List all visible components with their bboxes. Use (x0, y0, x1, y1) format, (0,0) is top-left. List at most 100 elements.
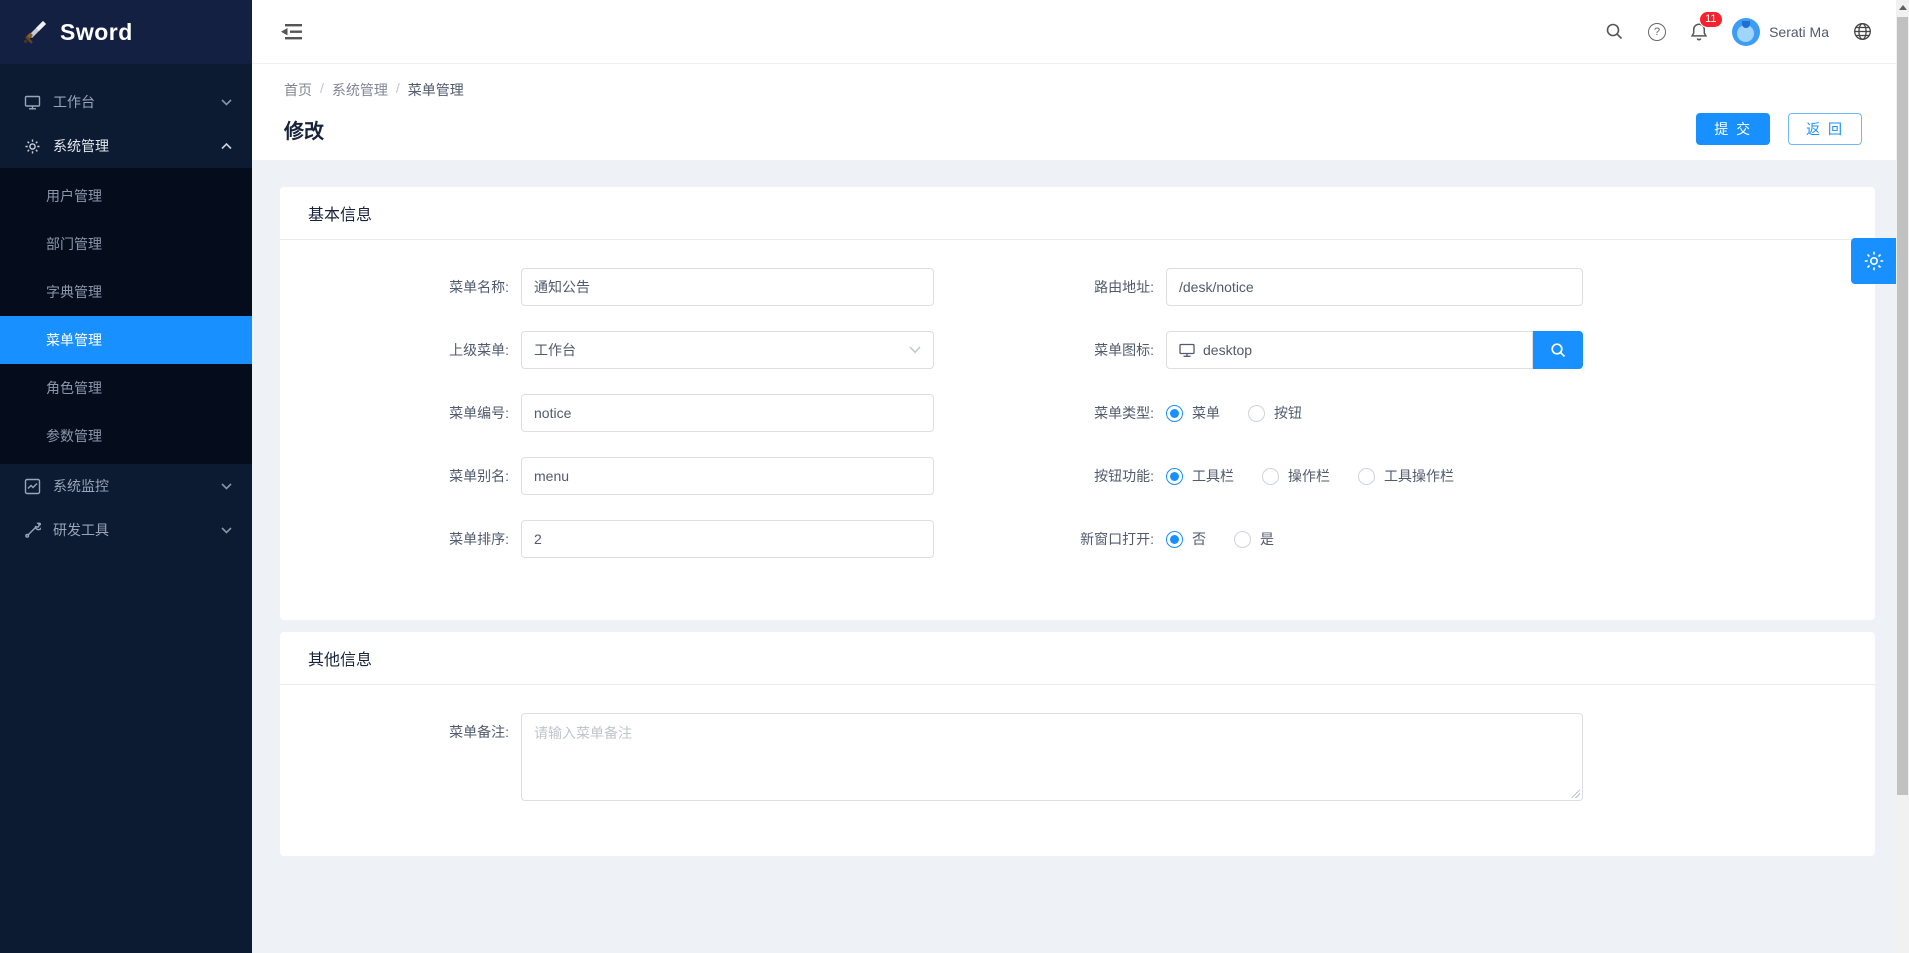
submenu-label: 角色管理 (46, 378, 102, 398)
scrollbar-thumb[interactable] (1897, 17, 1908, 795)
gear-icon (1863, 250, 1885, 272)
sidebar-item-system-manage[interactable]: 系统管理 (0, 124, 252, 168)
radio-label: 工具栏 (1192, 466, 1234, 486)
sidebar-item-label: 研发工具 (53, 520, 109, 540)
breadcrumb: 首页 / 系统管理 / 菜单管理 (284, 80, 1862, 100)
button-func-option-both[interactable]: 工具操作栏 (1358, 466, 1454, 486)
sidebar-item-label: 系统管理 (53, 136, 109, 156)
page-title: 修改 (284, 115, 324, 144)
sidebar: Sword 工作台 系统管理 (0, 0, 252, 953)
theme-settings-button[interactable] (1851, 238, 1896, 284)
question-icon: ? (1648, 23, 1666, 41)
sidebar-menu: 工作台 系统管理 用户管理 部门管理 字典管理 菜单管理 角色管理 参数管理 (0, 64, 252, 552)
button-func-radio-group: 工具栏 操作栏 工具操作栏 (1166, 466, 1454, 486)
menu-alias-input[interactable] (521, 457, 934, 495)
submit-button[interactable]: 提 交 (1696, 113, 1770, 145)
user-name: Serati Ma (1769, 24, 1829, 40)
chevron-down-icon (909, 346, 921, 354)
radio-label: 是 (1260, 529, 1274, 549)
menu-code-label: 菜单编号: (280, 403, 521, 423)
submenu-label: 字典管理 (46, 282, 102, 302)
new-window-option-yes[interactable]: 是 (1234, 529, 1274, 549)
globe-icon (1853, 22, 1872, 41)
breadcrumb-separator: / (320, 80, 324, 100)
back-button[interactable]: 返 回 (1788, 113, 1862, 145)
button-func-option-toolbar[interactable]: 工具栏 (1166, 466, 1234, 486)
avatar (1732, 18, 1760, 46)
user-menu[interactable]: Serati Ma (1732, 18, 1829, 46)
sidebar-collapse-button[interactable] (280, 21, 304, 43)
chevron-down-icon (221, 483, 232, 490)
radio-label: 按钮 (1274, 403, 1302, 423)
scrollbar-up-arrow[interactable] (1896, 0, 1909, 15)
new-window-label: 新窗口打开: (934, 529, 1166, 549)
search-button[interactable] (1605, 22, 1624, 41)
menu-icon-value: desktop (1203, 342, 1252, 358)
parent-menu-select[interactable]: 工作台 (521, 331, 934, 369)
breadcrumb-home[interactable]: 首页 (284, 80, 312, 100)
notification-button[interactable]: 11 (1690, 22, 1708, 42)
menu-sort-input[interactable] (521, 520, 934, 558)
icon-search-button[interactable] (1533, 331, 1583, 369)
menu-icon-label: 菜单图标: (934, 340, 1166, 360)
sword-logo-icon (22, 19, 48, 45)
sidebar-item-dev-tools[interactable]: 研发工具 (0, 508, 252, 552)
chevron-up-icon (221, 143, 232, 150)
section-title-basic: 基本信息 (280, 187, 1875, 240)
menu-icon-input[interactable]: desktop (1166, 331, 1533, 369)
radio-icon (1234, 531, 1251, 548)
wrench-icon (24, 522, 41, 539)
sidebar-item-dept-manage[interactable]: 部门管理 (0, 220, 252, 268)
menu-fold-icon (280, 21, 304, 43)
breadcrumb-separator: / (396, 80, 400, 100)
radio-label: 否 (1192, 529, 1206, 549)
sidebar-item-workbench[interactable]: 工作台 (0, 80, 252, 124)
search-icon (1605, 22, 1624, 41)
breadcrumb-system-manage[interactable]: 系统管理 (332, 80, 388, 100)
radio-selected-icon (1166, 468, 1183, 485)
route-path-input[interactable] (1166, 268, 1583, 306)
chart-icon (24, 478, 41, 495)
sidebar-item-label: 系统监控 (53, 476, 109, 496)
app-logo[interactable]: Sword (0, 0, 252, 64)
sidebar-item-user-manage[interactable]: 用户管理 (0, 172, 252, 220)
submenu-label: 菜单管理 (46, 330, 102, 350)
gear-icon (24, 138, 41, 155)
parent-menu-label: 上级菜单: (280, 340, 521, 360)
help-button[interactable]: ? (1648, 23, 1666, 41)
page-title-bar: 首页 / 系统管理 / 菜单管理 修改 提 交 返 回 (252, 64, 1896, 160)
section-title-other: 其他信息 (280, 632, 1875, 685)
radio-icon (1248, 405, 1265, 422)
radio-label: 工具操作栏 (1384, 466, 1454, 486)
window-scrollbar[interactable] (1896, 0, 1909, 953)
menu-code-input[interactable] (521, 394, 934, 432)
app-title: Sword (60, 19, 133, 46)
radio-icon (1358, 468, 1375, 485)
sidebar-item-dict-manage[interactable]: 字典管理 (0, 268, 252, 316)
menu-type-radio-group: 菜单 按钮 (1166, 403, 1302, 423)
language-button[interactable] (1853, 22, 1872, 41)
menu-alias-label: 菜单别名: (280, 466, 521, 486)
menu-type-option-button[interactable]: 按钮 (1248, 403, 1302, 423)
monitor-icon (24, 94, 41, 111)
sidebar-item-role-manage[interactable]: 角色管理 (0, 364, 252, 412)
header-actions: ? 11 Serati Ma (1605, 18, 1872, 46)
content-area: 基本信息 菜单名称: 路由地址: 上级菜单: 工作台 (252, 160, 1896, 953)
sidebar-item-menu-manage[interactable]: 菜单管理 (0, 316, 252, 364)
sidebar-item-system-monitor[interactable]: 系统监控 (0, 464, 252, 508)
menu-name-input[interactable] (521, 268, 934, 306)
new-window-option-no[interactable]: 否 (1166, 529, 1206, 549)
basic-info-card: 基本信息 菜单名称: 路由地址: 上级菜单: 工作台 (280, 187, 1875, 620)
top-header: ? 11 Serati Ma (252, 0, 1896, 64)
radio-label: 操作栏 (1288, 466, 1330, 486)
button-func-label: 按钮功能: (934, 466, 1166, 486)
menu-remark-textarea[interactable] (521, 713, 1583, 801)
radio-label: 菜单 (1192, 403, 1220, 423)
menu-type-option-menu[interactable]: 菜单 (1166, 403, 1220, 423)
notification-badge: 11 (1699, 11, 1722, 28)
desktop-icon (1179, 343, 1195, 358)
submenu-label: 部门管理 (46, 234, 102, 254)
other-info-card: 其他信息 菜单备注: (280, 632, 1875, 856)
sidebar-item-param-manage[interactable]: 参数管理 (0, 412, 252, 460)
button-func-option-actionbar[interactable]: 操作栏 (1262, 466, 1330, 486)
